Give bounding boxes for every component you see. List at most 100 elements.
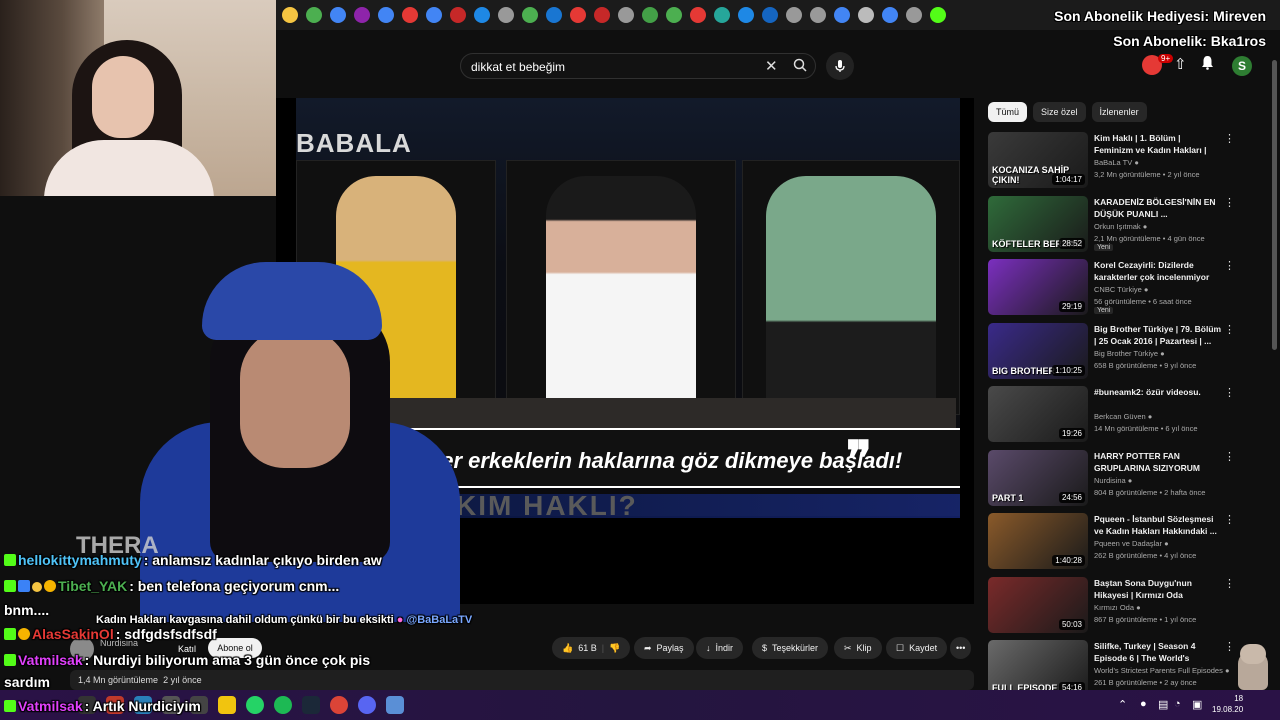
extension-icon[interactable] (594, 7, 610, 23)
clear-search-icon[interactable]: ✕ (765, 59, 778, 74)
more-options-icon[interactable]: ⋮ (1224, 196, 1235, 209)
extension-icon[interactable] (402, 7, 418, 23)
download-button[interactable]: ↓ İndir (696, 637, 744, 659)
save-button[interactable]: ☐ Kaydet (886, 637, 948, 659)
extension-icon[interactable] (810, 7, 826, 23)
video-title[interactable]: Kim Haklı | 1. Bölüm | Feminizm ve Kadın… (1094, 132, 1222, 156)
upload-icon[interactable]: ⇧ (1174, 55, 1187, 73)
extension-icon[interactable] (498, 7, 514, 23)
notifications-bell-icon[interactable] (1201, 55, 1214, 74)
taskbar-clock[interactable]: 18 19.08.20 (1212, 693, 1243, 715)
account-avatar[interactable]: S (1232, 56, 1252, 76)
more-options-icon[interactable]: ⋮ (1224, 259, 1235, 272)
sidebar-scrollbar[interactable] (1272, 60, 1277, 350)
chip-watched[interactable]: İzlenenler (1091, 102, 1147, 122)
video-thumbnail[interactable]: KÖFTELER BERBAT! 28:52 (988, 195, 1088, 252)
video-thumbnail[interactable]: 50:03 (988, 576, 1088, 633)
chip-for-you[interactable]: Size özel (1033, 102, 1086, 122)
channel-name[interactable]: Big Brother Türkiye ● (1094, 349, 1165, 358)
more-options-icon[interactable]: ⋮ (1224, 513, 1235, 526)
video-title[interactable]: HARRY POTTER FAN GRUPLARINA SIZIYORUM (1094, 450, 1222, 474)
video-thumbnail[interactable]: KOCANIZA SAHİP ÇIKIN! 1:04:17 (988, 132, 1088, 188)
search-box[interactable]: dikkat et bebeğim ✕ (460, 53, 816, 79)
recommended-video[interactable]: 29:19 Korel Cezayirli: Dizilerde karakter… (988, 259, 1238, 315)
recommended-video[interactable]: FULL EPISODE 54:16 Silifke, Turkey | Seaso… (988, 640, 1238, 696)
video-thumbnail[interactable]: BIG BROTHER 1:10:25 (988, 322, 1088, 379)
thumbs-down-icon[interactable]: 👎 (609, 643, 620, 654)
app-icon[interactable] (386, 696, 404, 714)
recommended-video[interactable]: 50:03 Baştan Sona Duygu'nun Hikayesi | Kı… (988, 576, 1238, 633)
spotify-icon[interactable] (274, 696, 292, 714)
whatsapp-icon[interactable] (246, 696, 264, 714)
extension-icon[interactable] (522, 7, 538, 23)
chrome-icon[interactable] (330, 696, 348, 714)
video-thumbnail[interactable]: FULL EPISODE 54:16 (988, 640, 1088, 696)
video-thumbnail[interactable]: 1:40:28 (988, 513, 1088, 569)
like-button[interactable]: 👍 61 B | 👎 (552, 637, 631, 659)
extension-icon[interactable] (618, 7, 634, 23)
channel-name[interactable]: Orkun Işıtmak ● (1094, 222, 1147, 231)
video-title[interactable]: Korel Cezayirli: Dizilerde karakterler ç… (1094, 259, 1222, 283)
extension-icon[interactable] (762, 7, 778, 23)
channel-name[interactable]: World's Strictest Parents Full Episodes … (1094, 666, 1229, 675)
channel-name[interactable]: BaBaLa TV ● (1094, 158, 1139, 167)
video-thumbnail[interactable]: PART 1 24:56 (988, 449, 1088, 506)
extension-icon[interactable] (450, 7, 466, 23)
channel-name[interactable]: Berkcan Güven ● (1094, 412, 1152, 421)
video-title[interactable]: Big Brother Türkiye | 79. Bölüm | 25 Oca… (1094, 323, 1222, 347)
extension-icon[interactable] (858, 7, 874, 23)
channel-name[interactable]: Nurdisina ● (1094, 476, 1132, 485)
video-title[interactable]: Baştan Sona Duygu'nun Hikayesi | Kırmızı… (1094, 577, 1222, 601)
voice-search-button[interactable] (826, 52, 854, 80)
tray-icon[interactable]: ● (1140, 698, 1147, 710)
extension-icon[interactable] (714, 7, 730, 23)
extension-icon[interactable] (738, 7, 754, 23)
extension-icon[interactable] (666, 7, 682, 23)
extension-icon[interactable] (546, 7, 562, 23)
video-title[interactable]: #buneamk2: özür videosu. (1094, 386, 1222, 398)
extension-icon[interactable] (378, 7, 394, 23)
video-title[interactable]: Silifke, Turkey | Season 4 Episode 6 | T… (1094, 640, 1222, 664)
extension-icon[interactable] (834, 7, 850, 23)
share-button[interactable]: ➦ Paylaş (634, 637, 694, 659)
channel-name[interactable]: Pqueen ve Dadaşlar ● (1094, 539, 1169, 548)
recommended-video[interactable]: 19:26 #buneamk2: özür videosu. Berkcan Güv… (988, 386, 1238, 442)
extension-icon[interactable] (930, 7, 946, 23)
volume-icon[interactable]: ◔ (1174, 698, 1181, 710)
extension-icon[interactable] (570, 7, 586, 23)
recommended-video[interactable]: KÖFTELER BERBAT! 28:52 KARADENİZ BÖLGESİ'N… (988, 195, 1238, 252)
extension-icon[interactable] (282, 7, 298, 23)
more-options-icon[interactable]: ⋮ (1224, 450, 1235, 463)
channel-name[interactable]: CNBC Türkiye ● (1094, 285, 1148, 294)
extension-icon[interactable] (642, 7, 658, 23)
recommended-video[interactable]: 1:40:28 Pqueen - İstanbul Sözleşmesi ve K… (988, 513, 1238, 569)
recommended-video[interactable]: KOCANIZA SAHİP ÇIKIN! 1:04:17 Kim Haklı | … (988, 132, 1238, 188)
extension-icon[interactable] (882, 7, 898, 23)
extension-icon[interactable] (474, 7, 490, 23)
thanks-button[interactable]: $ Teşekkürler (752, 637, 829, 659)
recommended-video[interactable]: BIG BROTHER 1:10:25 Big Brother Türkiye | … (988, 322, 1238, 379)
video-title[interactable]: Pqueen - İstanbul Sözleşmesi ve Kadın Ha… (1094, 513, 1222, 537)
extension-icon[interactable] (906, 7, 922, 23)
more-actions-button[interactable]: ••• (950, 637, 972, 659)
extension-icon[interactable] (786, 7, 802, 23)
network-icon[interactable]: ▤ (1158, 698, 1168, 711)
folder-icon[interactable] (218, 696, 236, 714)
more-options-icon[interactable]: ⋮ (1224, 386, 1235, 399)
discord-icon[interactable] (358, 696, 376, 714)
clip-button[interactable]: ✂ Klip (834, 637, 882, 659)
more-options-icon[interactable]: ⋮ (1224, 132, 1235, 145)
extension-icon[interactable] (330, 7, 346, 23)
recommended-video[interactable]: PART 1 24:56 HARRY POTTER FAN GRUPLARINA S… (988, 449, 1238, 506)
chip-all[interactable]: Tümü (988, 102, 1028, 122)
extension-icon[interactable] (354, 7, 370, 23)
extension-icon[interactable] (306, 7, 322, 23)
channel-name[interactable]: Kırmızı Oda ● (1094, 603, 1141, 612)
more-options-icon[interactable]: ⋮ (1224, 577, 1235, 590)
tray-icon[interactable]: ▣ (1192, 698, 1202, 711)
extension-icon[interactable] (690, 7, 706, 23)
search-icon[interactable] (793, 58, 807, 74)
more-options-icon[interactable]: ⋮ (1224, 323, 1235, 336)
steam-icon[interactable] (302, 696, 320, 714)
video-thumbnail[interactable]: 19:26 (988, 386, 1088, 442)
